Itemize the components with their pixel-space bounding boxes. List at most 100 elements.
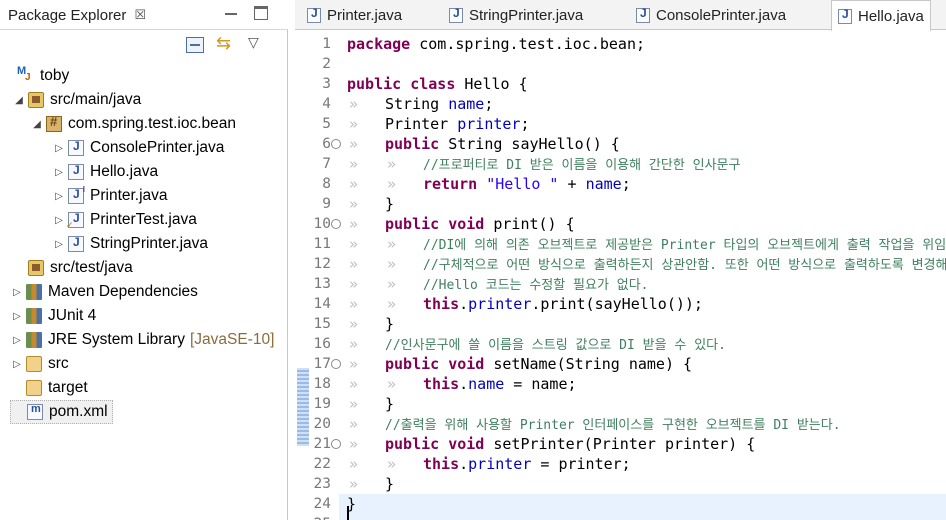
package-explorer-tab-bar: Package Explorer ☒ (0, 0, 288, 30)
tree-item[interactable]: target (10, 376, 88, 400)
tree-item[interactable]: ◢ src/main/java (12, 88, 141, 112)
expand-toggle-icon[interactable]: ▷ (52, 215, 66, 226)
tree-item[interactable]: ▷ ConsolePrinter.java (52, 136, 224, 160)
fold-toggle-icon[interactable] (331, 439, 341, 449)
java-file-icon (68, 163, 84, 180)
source-folder-icon (28, 92, 44, 108)
tree-item-label: JRE System Library (48, 331, 185, 348)
java-file-icon (68, 139, 84, 156)
java-test-icon (66, 211, 84, 231)
code-line[interactable]: this.printer = printer; (423, 454, 631, 474)
code-line[interactable]: //인사문구에 쓸 이름을 스트링 값으로 DI 받을 수 있다. (385, 334, 726, 354)
close-icon[interactable]: ☒ (134, 7, 146, 23)
editor-tab[interactable]: Printer.java (301, 0, 408, 30)
maximize-icon[interactable] (254, 6, 268, 20)
tree-item-label: JUnit 4 (48, 307, 97, 324)
fold-toggle-icon[interactable] (331, 219, 341, 229)
tree-item[interactable]: ◢ com.spring.test.ioc.bean (30, 112, 236, 136)
folder-icon (26, 356, 42, 372)
editor-tab-label: Printer.java (327, 6, 403, 24)
code-line[interactable]: public void print() { (385, 214, 575, 234)
line-number: 3 (322, 76, 331, 92)
code-line[interactable]: //DI에 의해 의존 오브젝트로 제공받은 Printer 타입의 오브젝트에… (423, 234, 946, 254)
whitespace-marker: » (349, 455, 359, 473)
code-line[interactable]: this.printer.print(sayHello()); (423, 294, 703, 314)
line-number: 9 (322, 196, 331, 212)
project-icon (17, 65, 34, 84)
code-line[interactable]: Printer printer; (385, 114, 530, 134)
expand-toggle-icon[interactable]: ▷ (10, 335, 24, 346)
code-line[interactable]: //프로퍼티로 DI 받은 이름을 이용해 간단한 인사문구 (423, 154, 740, 174)
line-number: 8 (322, 176, 331, 192)
text-cursor (347, 506, 349, 520)
code-line[interactable]: //Hello 코드는 수정할 필요가 없다. (423, 274, 648, 294)
whitespace-marker: » (387, 155, 397, 173)
whitespace-marker: » (349, 175, 359, 193)
tree-item[interactable]: ▷ JRE System Library [JavaSE-10] (10, 328, 274, 352)
expand-toggle-icon[interactable]: ▷ (52, 143, 66, 154)
code-line[interactable]: } (385, 394, 394, 414)
code-line[interactable]: return "Hello " + name; (423, 174, 631, 194)
code-line[interactable]: //출력을 위해 사용할 Printer 인터페이스를 구현한 오브젝트를 DI… (385, 414, 841, 434)
line-number: 12 (313, 256, 331, 272)
tree-item[interactable]: ▷ JUnit 4 (10, 304, 96, 328)
code-line[interactable]: //구체적으로 어떤 방식으로 출력하든지 상관안함. 또한 어떤 방식으로 출… (423, 254, 946, 274)
package-explorer-tab[interactable]: Package Explorer ☒ (0, 0, 154, 30)
library-icon (26, 308, 42, 324)
editor-tab[interactable]: ConsolePrinter.java (630, 0, 792, 30)
link-with-editor-icon[interactable] (216, 33, 234, 54)
code-line[interactable]: public String sayHello() { (385, 134, 620, 154)
code-line[interactable]: } (385, 194, 394, 214)
whitespace-marker: » (349, 135, 359, 153)
editor-tab-bar: Printer.java StringPrinter.java ConsolePri… (295, 0, 946, 31)
whitespace-marker: » (387, 255, 397, 273)
expand-toggle-icon[interactable]: ▷ (10, 359, 24, 370)
tree-item[interactable]: ▷ PrinterTest.java (52, 208, 197, 232)
tree-item[interactable]: ▷ Maven Dependencies (10, 280, 198, 304)
java-file-icon (838, 7, 852, 24)
expand-toggle-icon[interactable]: ◢ (30, 119, 44, 130)
code-line[interactable]: package com.spring.test.ioc.bean; (347, 34, 645, 54)
expand-toggle-icon[interactable]: ◢ (12, 95, 26, 106)
editor-tab[interactable]: Hello.java (831, 0, 931, 31)
code-line[interactable]: this.name = name; (423, 374, 577, 394)
library-icon (26, 284, 42, 300)
tree-item[interactable]: ▷ StringPrinter.java (52, 232, 208, 256)
whitespace-marker: » (349, 275, 359, 293)
tree-item[interactable]: pom.xml (10, 400, 113, 424)
tree-item[interactable]: ▷ Hello.java (52, 160, 158, 184)
code-area[interactable]: package com.spring.test.ioc.bean; public … (347, 34, 946, 520)
expand-toggle-icon[interactable]: ▷ (10, 287, 24, 298)
tree-item[interactable]: toby (2, 64, 69, 88)
code-line[interactable]: public void setName(String name) { (385, 354, 692, 374)
line-number: 13 (313, 276, 331, 292)
code-line[interactable]: public void setPrinter(Printer printer) … (385, 434, 755, 454)
line-number: 23 (313, 476, 331, 492)
line-number: 2 (322, 56, 331, 72)
java-file-icon (68, 235, 84, 252)
code-line[interactable]: public class Hello { (347, 74, 528, 94)
view-menu-icon[interactable] (246, 34, 264, 53)
whitespace-marker: » (349, 95, 359, 113)
tree-item[interactable]: ▷ Printer.java (52, 184, 168, 208)
expand-toggle-icon[interactable]: ▷ (10, 311, 24, 322)
whitespace-marker: » (387, 295, 397, 313)
line-number: 18 (313, 376, 331, 392)
code-line[interactable]: } (385, 314, 394, 334)
expand-toggle-icon[interactable]: ▷ (52, 239, 66, 250)
expand-toggle-icon[interactable]: ▷ (52, 167, 66, 178)
change-marker (297, 368, 309, 446)
whitespace-marker: » (349, 215, 359, 233)
fold-toggle-icon[interactable] (331, 139, 341, 149)
expand-toggle-icon[interactable]: ▷ (52, 191, 66, 202)
minimize-icon[interactable] (224, 6, 238, 20)
fold-toggle-icon[interactable] (331, 359, 341, 369)
collapse-all-icon[interactable] (186, 37, 204, 53)
line-number: 17 (313, 356, 331, 372)
code-line[interactable]: } (385, 474, 394, 494)
whitespace-marker: » (349, 295, 359, 313)
editor-tab[interactable]: StringPrinter.java (443, 0, 589, 30)
tree-item[interactable]: ▷ src (10, 352, 69, 376)
tree-item[interactable]: src/test/java (12, 256, 133, 280)
code-line[interactable]: String name; (385, 94, 493, 114)
